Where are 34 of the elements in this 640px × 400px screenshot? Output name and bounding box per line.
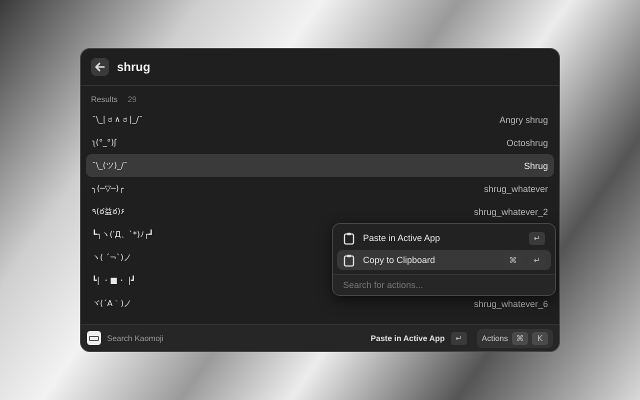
kaomoji-name: Angry shrug <box>499 114 548 124</box>
key-hint: ↵ <box>529 232 545 244</box>
key-hint: ↵ <box>450 332 467 344</box>
menu-item[interactable]: Copy to Clipboard ⌘ ↵ <box>337 250 551 270</box>
kaomoji-text: ¯\_(ツ)_/¯ <box>92 160 128 171</box>
kaomoji-text: ヾ(´A｀)ノ <box>92 298 132 309</box>
kaomoji-name: Shrug <box>524 160 548 170</box>
actions-button[interactable]: Actions ⌘ K <box>476 328 553 348</box>
menu-item-label: Copy to Clipboard <box>363 255 436 265</box>
result-row[interactable]: ¯\_| ಠ ∧ ಠ |_/¯ Angry shrug <box>86 108 554 131</box>
kaomoji-text: ʅ(°_°)ʃ <box>92 138 117 147</box>
kaomoji-name: shrug_whatever_2 <box>474 206 548 216</box>
kaomoji-text: ╮(─▽─)╭ <box>92 184 124 193</box>
kaomoji-text: ¯\_| ಠ ∧ ಠ |_/¯ <box>92 114 143 124</box>
section-label: Results <box>91 95 118 104</box>
primary-action-button[interactable]: Paste in Active App <box>370 334 445 342</box>
action-search-field[interactable]: Search for actions... <box>333 275 555 295</box>
menu-item-label: Paste in Active App <box>363 233 440 243</box>
result-row[interactable]: ╮(─▽─)╭ shrug_whatever <box>86 177 554 200</box>
clipboard-icon <box>343 254 355 266</box>
back-button[interactable] <box>91 58 109 76</box>
left-arrow-icon <box>94 61 106 73</box>
clipboard-icon <box>343 232 355 244</box>
kaomoji-text: ٩(ఠ益ఠ)۶ <box>92 206 125 218</box>
footer-title: Search Kaomoji <box>107 334 164 342</box>
result-count: 29 <box>128 95 137 104</box>
kaomoji-name: shrug_whatever_6 <box>474 298 548 308</box>
kaomoji-name: Octoshrug <box>506 138 548 148</box>
kaomoji-name: shrug_whatever <box>484 184 548 194</box>
menu-item[interactable]: Paste in Active App ↵ <box>337 228 551 248</box>
result-row[interactable]: ¯\_(ツ)_/¯ Shrug <box>86 154 554 177</box>
search-field[interactable]: shrug <box>117 60 549 74</box>
result-row[interactable]: ヾ(´A｀)ノ shrug_whatever_6 <box>86 292 554 315</box>
result-row[interactable]: ʅ(°_°)ʃ Octoshrug <box>86 131 554 154</box>
